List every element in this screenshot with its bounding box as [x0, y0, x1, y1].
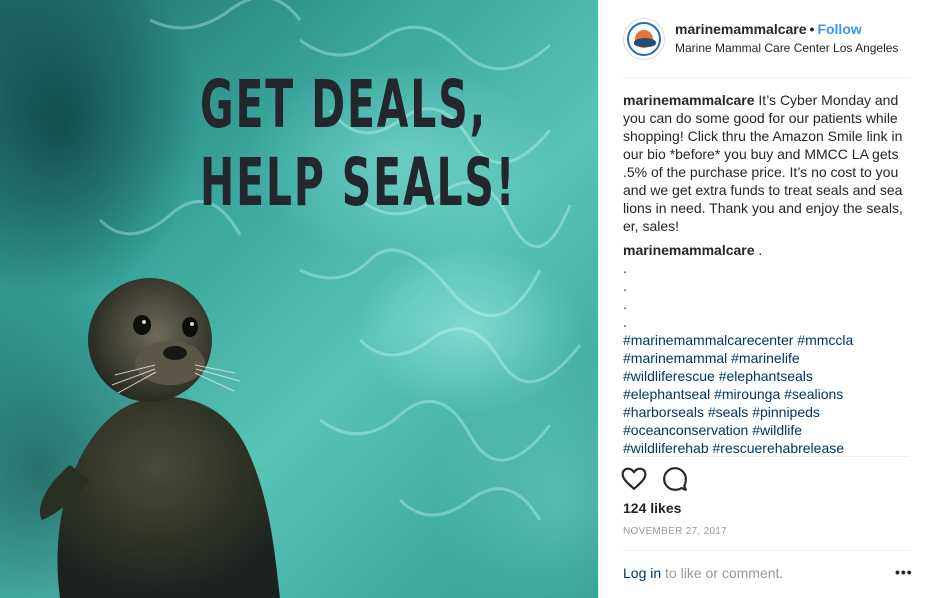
headline-line-2: HELP SEALS! [200, 144, 517, 221]
username-row: marinemammalcare • Follow [675, 21, 862, 37]
login-prompt: Log in to like or comment. [623, 565, 783, 581]
hashtag-line: #wildliferehab #rescuerehabrelease [623, 439, 913, 457]
hashtag-link[interactable]: #marinemammal [623, 350, 727, 366]
hashtag-link[interactable]: #mmccla [797, 332, 853, 348]
hashtag-link[interactable]: #marinelife [731, 350, 799, 366]
post-header: marinemammalcare • Follow Marine Mammal Ca… [599, 0, 931, 77]
hashtag-link[interactable]: #pinnipeds [752, 404, 820, 420]
avatar-logo [627, 22, 661, 56]
comment: marinemammalcare . . . . . #marinemammal… [623, 241, 913, 457]
comment-dot: . [623, 278, 627, 294]
hashtag-line: #marinemammal #marinelife [623, 349, 913, 367]
comment-icon[interactable] [662, 466, 688, 492]
follow-button[interactable]: Follow [817, 21, 861, 37]
comment-username[interactable]: marinemammalcare [623, 242, 755, 258]
more-options-icon[interactable]: ••• [895, 564, 913, 580]
post-location[interactable]: Marine Mammal Care Center Los Angeles [675, 41, 898, 55]
post-image[interactable]: GET DEALS, HELP SEALS! [0, 0, 598, 598]
actions-divider [623, 456, 910, 457]
hashtag-link[interactable]: #elephantseals [719, 368, 813, 384]
image-headline: GET DEALS, HELP SEALS! [200, 66, 517, 222]
hashtag-line: #wildliferescue #elephantseals [623, 367, 913, 385]
caption: marinemammalcare It’s Cyber Monday and y… [623, 91, 913, 235]
hashtag-line: #oceanconservation #wildlife [623, 421, 913, 439]
hashtag-line: #marinemammalcarecenter #mmccla [623, 331, 913, 349]
headline-line-1: GET DEALS, [200, 66, 487, 143]
post-date[interactable]: November 27, 2017 [623, 526, 727, 537]
hashtag-link[interactable]: #wildliferehab [623, 440, 709, 456]
caption-text: It’s Cyber Monday and you can do some go… [623, 92, 903, 234]
seal-illustration [39, 278, 280, 598]
hashtag-link[interactable]: #wildliferescue [623, 368, 715, 384]
footer-divider [623, 550, 910, 551]
post-sidebar: marinemammalcare • Follow Marine Mammal Ca… [598, 0, 931, 598]
heart-icon[interactable] [621, 466, 647, 492]
comment-dot: . [623, 314, 627, 330]
comment-text: . [758, 242, 763, 258]
caption-username[interactable]: marinemammalcare [623, 92, 755, 108]
avatar[interactable] [623, 18, 665, 60]
hashtag-link[interactable]: #seals [708, 404, 748, 420]
hashtag-link[interactable]: #sealions [784, 386, 843, 402]
header-divider [623, 77, 910, 78]
post-username[interactable]: marinemammalcare [675, 21, 807, 37]
hashtag-line: #elephantseal #mirounga #sealions [623, 385, 913, 403]
hashtag-link[interactable]: #elephantseal [623, 386, 710, 402]
comment-dot: . [623, 260, 627, 276]
hashtag-link[interactable]: #harborseals [623, 404, 704, 420]
like-count: 124 likes [623, 500, 682, 516]
hashtag-link[interactable]: #mirounga [714, 386, 780, 402]
hashtag-link[interactable]: #rescuerehabrelease [713, 440, 845, 456]
separator-dot: • [809, 21, 815, 37]
avatar-seal-shape [634, 38, 656, 47]
hashtag-link[interactable]: #marinemammalcarecenter [623, 332, 793, 348]
login-prompt-text: to like or comment. [661, 565, 784, 581]
login-link[interactable]: Log in [623, 565, 661, 581]
hashtag-line: #harborseals #seals #pinnipeds [623, 403, 913, 421]
hashtag-link[interactable]: #oceanconservation [623, 422, 748, 438]
comments-section: marinemammalcare It’s Cyber Monday and y… [623, 91, 913, 457]
hashtag-link[interactable]: #wildlife [752, 422, 802, 438]
comment-dot: . [623, 296, 627, 312]
